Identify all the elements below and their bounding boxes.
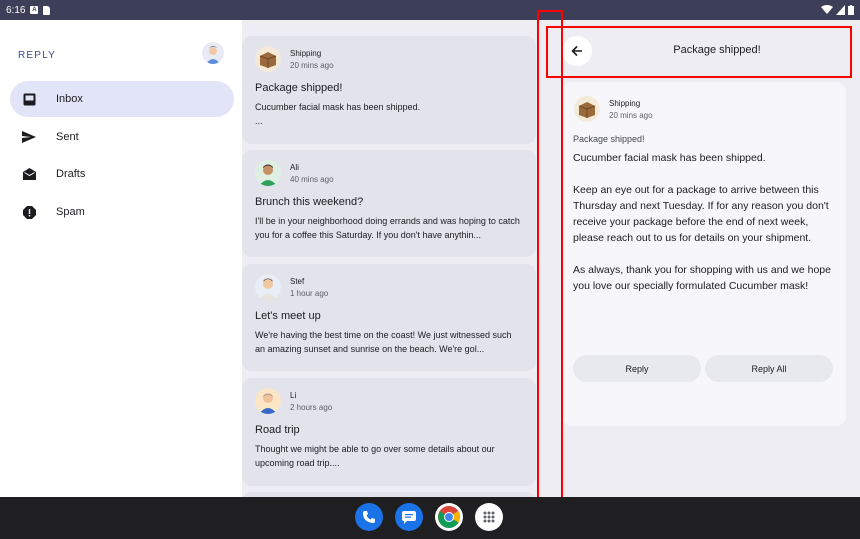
- status-time: 6:16: [6, 4, 26, 16]
- navigation-drawer: REPLY Inbox Sent Drafts Spam: [0, 20, 242, 497]
- taskbar: [0, 497, 860, 539]
- nav-item-label: Inbox: [56, 93, 83, 105]
- battery-icon: [848, 5, 854, 15]
- email-time: 2 hours ago: [290, 402, 333, 412]
- email-card[interactable]: Ali 40 mins ago Brunch this weekend? I'l…: [242, 150, 536, 257]
- email-preview: I'll be in your neighborhood doing erran…: [255, 216, 520, 240]
- avatar: [255, 388, 281, 414]
- email-subject: Road trip: [255, 424, 300, 436]
- email-sender: Li: [290, 390, 297, 400]
- email-time: 20 mins ago: [290, 60, 334, 70]
- email-sender: Ali: [290, 162, 299, 172]
- email-card[interactable]: Shipping 20 mins ago Package shipped! Cu…: [242, 36, 536, 144]
- avatar: [255, 274, 281, 300]
- email-preview: We're having the best time on the coast!…: [255, 330, 512, 354]
- email-card[interactable]: Li 2 hours ago Road trip Thought we migh…: [242, 378, 536, 486]
- back-button[interactable]: [562, 36, 592, 66]
- email-list: Shipping 20 mins ago Package shipped! Cu…: [242, 20, 542, 497]
- email-card[interactable]: Stef 1 hour ago Let's meet up We're havi…: [242, 264, 536, 371]
- email-preview: Cucumber facial mask has been shipped. .…: [255, 102, 421, 126]
- send-icon: [22, 130, 36, 144]
- email-detail-pane: Package shipped! Shipping 20 mins ago Pa…: [542, 20, 860, 497]
- nav-item-sent[interactable]: Sent: [10, 119, 234, 155]
- email-subject: Package shipped!: [255, 82, 343, 94]
- inbox-icon: [22, 92, 36, 106]
- nav-item-inbox[interactable]: Inbox: [10, 81, 234, 117]
- nav-item-label: Sent: [56, 131, 79, 143]
- detail-time: 20 mins ago: [609, 110, 653, 120]
- nav-item-spam[interactable]: Spam: [10, 194, 234, 230]
- detail-sender: Shipping: [609, 98, 641, 108]
- messages-icon[interactable]: [395, 503, 423, 531]
- notification-badge-icon: A: [30, 6, 39, 14]
- email-sender: Stef: [290, 276, 305, 286]
- app-dock: [355, 503, 503, 531]
- phone-icon[interactable]: [355, 503, 383, 531]
- profile-avatar[interactable]: [202, 42, 224, 64]
- wifi-icon: [821, 5, 833, 14]
- package-avatar-icon: [255, 46, 281, 72]
- spam-icon: [22, 205, 36, 219]
- chrome-icon[interactable]: [435, 503, 463, 531]
- email-detail-card: Shipping 20 mins ago Package shipped! Cu…: [562, 82, 846, 426]
- apps-icon[interactable]: [475, 503, 503, 531]
- nav-item-label: Spam: [56, 206, 85, 218]
- detail-title: Package shipped!: [673, 44, 761, 56]
- email-preview: Thought we might be able to go over some…: [255, 444, 495, 468]
- drafts-icon: [22, 167, 36, 181]
- email-subject: Let's meet up: [255, 310, 321, 322]
- reply-button[interactable]: Reply: [573, 355, 701, 382]
- sim-card-icon: [43, 5, 51, 15]
- email-time: 40 mins ago: [290, 174, 334, 184]
- avatar: [255, 160, 281, 186]
- arrow-back-icon: [571, 45, 582, 57]
- nav-item-label: Drafts: [56, 168, 86, 180]
- reply-all-button[interactable]: Reply All: [705, 355, 833, 382]
- signal-icon: [836, 5, 845, 15]
- email-sender: Shipping: [290, 48, 322, 58]
- detail-body: Cucumber facial mask has been shipped. K…: [573, 152, 831, 292]
- app-brand: REPLY: [18, 50, 57, 61]
- email-subject: Brunch this weekend?: [255, 196, 364, 208]
- status-bar: 6:16 A: [0, 0, 860, 20]
- detail-top-bar: Package shipped!: [542, 20, 860, 82]
- detail-subject: Package shipped!: [573, 134, 645, 144]
- nav-item-drafts[interactable]: Drafts: [10, 156, 234, 192]
- email-time: 1 hour ago: [290, 288, 329, 298]
- package-avatar-icon: [574, 96, 600, 122]
